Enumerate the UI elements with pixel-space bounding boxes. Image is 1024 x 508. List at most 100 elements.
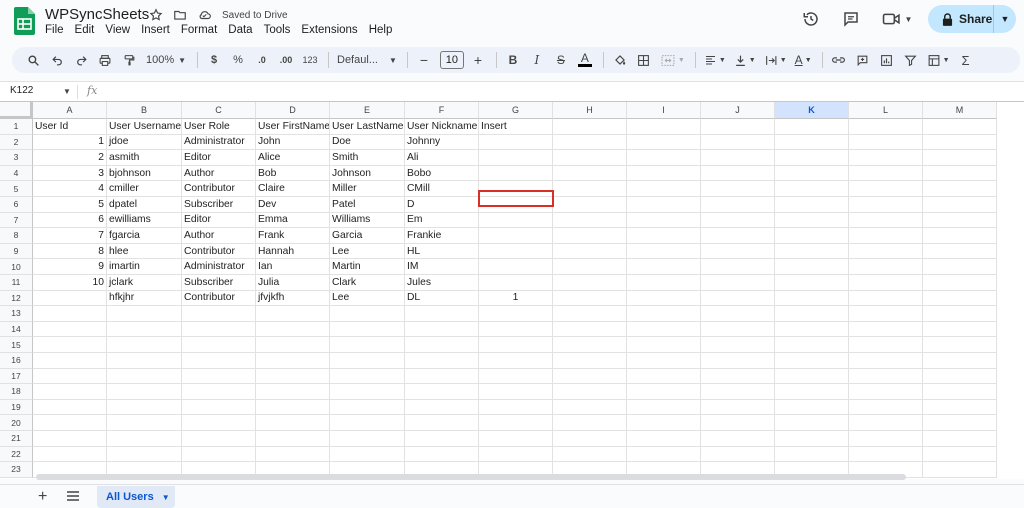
column-header-c[interactable]: C bbox=[182, 102, 256, 119]
cell[interactable] bbox=[256, 337, 330, 353]
cell[interactable]: 8 bbox=[33, 243, 107, 260]
cell[interactable] bbox=[553, 353, 627, 369]
cell[interactable] bbox=[701, 446, 775, 463]
cell[interactable] bbox=[627, 337, 701, 353]
share-button[interactable]: Share ▼ bbox=[928, 5, 1016, 33]
cell[interactable] bbox=[627, 228, 701, 244]
comment-icon[interactable] bbox=[840, 8, 862, 30]
cell[interactable] bbox=[553, 399, 627, 416]
font-select[interactable]: Defaul... ▼ bbox=[334, 49, 400, 71]
menu-extensions[interactable]: Extensions bbox=[301, 24, 363, 36]
cell[interactable]: imartin bbox=[107, 259, 182, 275]
cell[interactable] bbox=[182, 446, 256, 463]
cell[interactable] bbox=[553, 228, 627, 244]
cell[interactable] bbox=[479, 306, 553, 322]
cell[interactable] bbox=[553, 446, 627, 463]
cell[interactable] bbox=[701, 165, 775, 182]
row-header-12[interactable]: 12 bbox=[0, 290, 33, 307]
cell[interactable] bbox=[849, 243, 923, 260]
cell[interactable] bbox=[923, 165, 997, 182]
cell[interactable] bbox=[405, 337, 479, 353]
cell[interactable]: John bbox=[256, 134, 330, 151]
cell[interactable] bbox=[923, 368, 997, 385]
cell[interactable] bbox=[256, 446, 330, 463]
cell[interactable] bbox=[182, 353, 256, 369]
cell[interactable] bbox=[256, 431, 330, 447]
cell[interactable] bbox=[849, 134, 923, 151]
cell[interactable] bbox=[182, 415, 256, 431]
cell[interactable] bbox=[330, 384, 405, 400]
cell[interactable]: User Nickname bbox=[405, 119, 479, 135]
cell[interactable] bbox=[923, 228, 997, 244]
cell[interactable] bbox=[553, 337, 627, 353]
valign-icon[interactable]: ▼ bbox=[731, 49, 759, 71]
row-header-3[interactable]: 3 bbox=[0, 150, 33, 166]
column-header-d[interactable]: D bbox=[256, 102, 330, 119]
cell[interactable] bbox=[553, 306, 627, 322]
cell[interactable] bbox=[479, 446, 553, 463]
cell[interactable]: Bob bbox=[256, 165, 330, 182]
cell[interactable]: Williams bbox=[330, 212, 405, 229]
cell[interactable] bbox=[553, 165, 627, 182]
cell[interactable] bbox=[627, 384, 701, 400]
cell[interactable]: Julia bbox=[256, 275, 330, 291]
row-header-2[interactable]: 2 bbox=[0, 134, 33, 151]
cell[interactable]: Martin bbox=[330, 259, 405, 275]
row-header-21[interactable]: 21 bbox=[0, 431, 33, 447]
cell[interactable] bbox=[775, 290, 849, 307]
row-header-5[interactable]: 5 bbox=[0, 181, 33, 197]
spreadsheet-grid[interactable]: A B C D E F G H I J K L M 1 User Id User Username User R… bbox=[0, 101, 1024, 479]
cell[interactable] bbox=[33, 415, 107, 431]
cell[interactable] bbox=[923, 462, 997, 478]
cell[interactable] bbox=[701, 228, 775, 244]
cell[interactable] bbox=[775, 399, 849, 416]
cell[interactable]: Doe bbox=[330, 134, 405, 151]
decrease-decimal-button[interactable]: .0 bbox=[251, 49, 273, 71]
row-header-11[interactable]: 11 bbox=[0, 275, 33, 291]
cell[interactable] bbox=[107, 353, 182, 369]
cell[interactable] bbox=[627, 150, 701, 166]
menu-edit[interactable]: Edit bbox=[75, 24, 101, 36]
cell[interactable]: Patel bbox=[330, 197, 405, 213]
row-header-17[interactable]: 17 bbox=[0, 368, 33, 385]
cell[interactable]: bjohnson bbox=[107, 165, 182, 182]
cell[interactable] bbox=[553, 197, 627, 213]
cell[interactable] bbox=[923, 446, 997, 463]
cell[interactable]: asmith bbox=[107, 150, 182, 166]
cell[interactable] bbox=[701, 384, 775, 400]
row-header-14[interactable]: 14 bbox=[0, 321, 33, 338]
cell[interactable]: Alice bbox=[256, 150, 330, 166]
cell[interactable] bbox=[627, 134, 701, 151]
search-icon[interactable] bbox=[22, 49, 44, 71]
cell[interactable]: Administrator bbox=[182, 259, 256, 275]
column-header-l[interactable]: L bbox=[849, 102, 923, 119]
cell[interactable] bbox=[849, 275, 923, 291]
cell[interactable] bbox=[701, 321, 775, 338]
cell[interactable] bbox=[33, 384, 107, 400]
currency-button[interactable]: $ bbox=[203, 49, 225, 71]
document-title[interactable]: WPSyncSheets bbox=[45, 6, 149, 23]
cell[interactable] bbox=[405, 415, 479, 431]
cell[interactable] bbox=[33, 431, 107, 447]
cell[interactable] bbox=[849, 197, 923, 213]
cell[interactable]: Smith bbox=[330, 150, 405, 166]
cell[interactable] bbox=[701, 181, 775, 197]
cell[interactable]: 5 bbox=[33, 197, 107, 213]
cell[interactable] bbox=[479, 337, 553, 353]
cell[interactable]: Em bbox=[405, 212, 479, 229]
cell[interactable] bbox=[923, 150, 997, 166]
cell[interactable] bbox=[775, 446, 849, 463]
cell[interactable] bbox=[849, 212, 923, 229]
merge-icon[interactable]: ▼ bbox=[657, 49, 688, 71]
add-sheet-button[interactable]: + bbox=[38, 488, 47, 506]
cell[interactable] bbox=[775, 197, 849, 213]
cell[interactable] bbox=[849, 415, 923, 431]
column-header-g[interactable]: G bbox=[479, 102, 553, 119]
filter-icon[interactable] bbox=[900, 49, 922, 71]
cell[interactable] bbox=[627, 415, 701, 431]
number-format-button[interactable]: 123 bbox=[299, 49, 321, 71]
cell[interactable]: Insert bbox=[479, 119, 553, 135]
cell[interactable] bbox=[849, 228, 923, 244]
cell[interactable]: jclark bbox=[107, 275, 182, 291]
cell[interactable] bbox=[256, 399, 330, 416]
